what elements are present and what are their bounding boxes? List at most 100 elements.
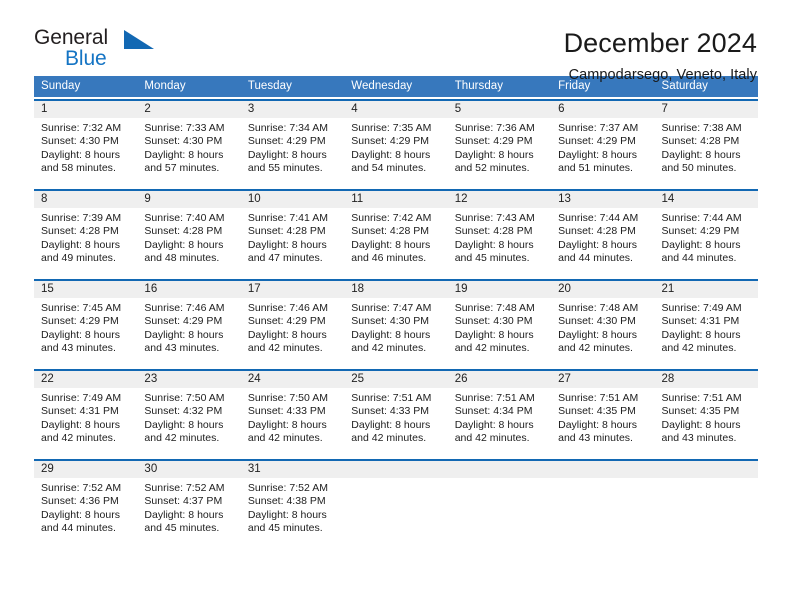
daylight-text-line2: and 42 minutes.	[351, 342, 427, 355]
day-details: Sunrise: 7:32 AM Sunset: 4:30 PM Dayligh…	[34, 118, 137, 176]
daylight-text-line1: Daylight: 8 hours	[351, 328, 431, 341]
day-number: 10	[240, 191, 345, 208]
day-cell[interactable]: 27 Sunrise: 7:51 AM Sunset: 4:35 PM Dayl…	[551, 371, 655, 457]
day-number: 1	[34, 101, 138, 118]
sunrise-text: Sunrise: 7:44 AM	[558, 212, 639, 224]
daylight-text-line1: Daylight: 8 hours	[661, 418, 741, 431]
sunrise-text: Sunrise: 7:33 AM	[144, 122, 225, 134]
daylight-text-line1: Daylight: 8 hours	[144, 418, 224, 431]
day-cell[interactable]: 10 Sunrise: 7:41 AM Sunset: 4:28 PM Dayl…	[240, 191, 345, 277]
day-cell[interactable]: 13 Sunrise: 7:44 AM Sunset: 4:28 PM Dayl…	[551, 191, 655, 277]
sunrise-text: Sunrise: 7:41 AM	[247, 212, 328, 224]
day-cell[interactable]: 24 Sunrise: 7:50 AM Sunset: 4:33 PM Dayl…	[240, 371, 345, 457]
day-cell[interactable]: 4 Sunrise: 7:35 AM Sunset: 4:29 PM Dayli…	[344, 101, 448, 187]
daylight-text-line1: Daylight: 8 hours	[41, 238, 120, 251]
day-cell[interactable]: 23 Sunrise: 7:50 AM Sunset: 4:32 PM Dayl…	[137, 371, 241, 457]
weekday-header-sunday: Sunday	[41, 80, 81, 92]
day-cell[interactable]: 12 Sunrise: 7:43 AM Sunset: 4:28 PM Dayl…	[447, 191, 552, 277]
day-cell[interactable]: 8 Sunrise: 7:39 AM Sunset: 4:28 PM Dayli…	[34, 191, 138, 277]
day-cell[interactable]: 14 Sunrise: 7:44 AM Sunset: 4:29 PM Dayl…	[654, 191, 758, 277]
sunrise-text: Sunrise: 7:32 AM	[41, 122, 122, 134]
daylight-text-line1: Daylight: 8 hours	[454, 328, 534, 341]
day-cell[interactable]: 5 Sunrise: 7:36 AM Sunset: 4:29 PM Dayli…	[447, 101, 552, 187]
weekday-header-wednesday: Wednesday	[351, 80, 413, 92]
day-details: Sunrise: 7:47 AM Sunset: 4:30 PM Dayligh…	[344, 298, 447, 356]
day-details: Sunrise: 7:50 AM Sunset: 4:32 PM Dayligh…	[137, 388, 240, 446]
day-cell[interactable]: 19 Sunrise: 7:48 AM Sunset: 4:30 PM Dayl…	[447, 281, 552, 367]
day-cell[interactable]: 18 Sunrise: 7:47 AM Sunset: 4:30 PM Dayl…	[344, 281, 448, 367]
daylight-text-line2: and 42 minutes.	[247, 432, 323, 445]
weekday-header-tuesday: Tuesday	[247, 80, 292, 92]
sunset-text: Sunset: 4:28 PM	[247, 225, 326, 238]
daylight-text-line1: Daylight: 8 hours	[454, 148, 534, 161]
week-row: 29 Sunrise: 7:52 AM Sunset: 4:36 PM Dayl…	[34, 459, 758, 547]
day-details: Sunrise: 7:44 AM Sunset: 4:29 PM Dayligh…	[655, 208, 758, 266]
day-cell-empty	[344, 461, 448, 547]
day-cell[interactable]: 17 Sunrise: 7:46 AM Sunset: 4:29 PM Dayl…	[240, 281, 345, 367]
sunset-text: Sunset: 4:29 PM	[558, 135, 636, 148]
sunset-text: Sunset: 4:29 PM	[247, 315, 326, 328]
sunset-text: Sunset: 4:33 PM	[247, 405, 326, 418]
sunrise-text: Sunrise: 7:34 AM	[247, 122, 328, 134]
daylight-text-line1: Daylight: 8 hours	[661, 238, 741, 251]
day-details: Sunrise: 7:33 AM Sunset: 4:30 PM Dayligh…	[137, 118, 240, 176]
day-cell[interactable]: 11 Sunrise: 7:42 AM Sunset: 4:28 PM Dayl…	[344, 191, 448, 277]
day-cell[interactable]: 20 Sunrise: 7:48 AM Sunset: 4:30 PM Dayl…	[551, 281, 655, 367]
day-cell[interactable]: 2 Sunrise: 7:33 AM Sunset: 4:30 PM Dayli…	[137, 101, 241, 187]
day-number: 15	[34, 281, 138, 298]
day-details: Sunrise: 7:40 AM Sunset: 4:28 PM Dayligh…	[137, 208, 240, 266]
day-cell[interactable]: 30 Sunrise: 7:52 AM Sunset: 4:37 PM Dayl…	[137, 461, 241, 547]
sunset-text: Sunset: 4:31 PM	[661, 315, 740, 328]
day-cell[interactable]: 7 Sunrise: 7:38 AM Sunset: 4:28 PM Dayli…	[654, 101, 758, 187]
day-number: 6	[551, 101, 655, 118]
day-cell[interactable]: 3 Sunrise: 7:34 AM Sunset: 4:29 PM Dayli…	[240, 101, 345, 187]
day-number: 4	[344, 101, 448, 118]
day-cell[interactable]: 9 Sunrise: 7:40 AM Sunset: 4:28 PM Dayli…	[137, 191, 241, 277]
day-cell[interactable]: 21 Sunrise: 7:49 AM Sunset: 4:31 PM Dayl…	[654, 281, 758, 367]
day-details: Sunrise: 7:49 AM Sunset: 4:31 PM Dayligh…	[655, 298, 758, 356]
daylight-text-line2: and 42 minutes.	[454, 342, 530, 355]
day-cell[interactable]: 29 Sunrise: 7:52 AM Sunset: 4:36 PM Dayl…	[34, 461, 138, 547]
sunrise-text: Sunrise: 7:51 AM	[454, 392, 535, 404]
logo-text-general: General	[34, 26, 109, 49]
daylight-text-line1: Daylight: 8 hours	[558, 238, 638, 251]
day-cell[interactable]: 6 Sunrise: 7:37 AM Sunset: 4:29 PM Dayli…	[551, 101, 655, 187]
daylight-text-line2: and 43 minutes.	[661, 432, 737, 445]
weekday-header-thursday: Thursday	[454, 80, 504, 92]
day-details: Sunrise: 7:36 AM Sunset: 4:29 PM Dayligh…	[448, 118, 551, 176]
day-cell[interactable]: 31 Sunrise: 7:52 AM Sunset: 4:38 PM Dayl…	[240, 461, 345, 547]
day-cell[interactable]: 1 Sunrise: 7:32 AM Sunset: 4:30 PM Dayli…	[34, 101, 138, 187]
daylight-text-line2: and 43 minutes.	[558, 432, 633, 445]
page-title: December 2024	[563, 28, 757, 58]
daylight-text-line1: Daylight: 8 hours	[351, 148, 431, 161]
day-number: 5	[447, 101, 552, 118]
page-header: General Blue December 2024 Campodarsego,…	[0, 0, 792, 83]
daylight-text-line1: Daylight: 8 hours	[558, 328, 638, 341]
daylight-text-line2: and 51 minutes.	[558, 162, 633, 175]
day-number	[654, 461, 758, 478]
day-details: Sunrise: 7:38 AM Sunset: 4:28 PM Dayligh…	[655, 118, 758, 176]
general-blue-logo: General Blue	[34, 27, 154, 75]
daylight-text-line2: and 44 minutes.	[661, 252, 737, 265]
sunrise-text: Sunrise: 7:50 AM	[144, 392, 225, 404]
day-cell[interactable]: 25 Sunrise: 7:51 AM Sunset: 4:33 PM Dayl…	[344, 371, 448, 457]
day-number: 24	[240, 371, 345, 388]
daylight-text-line2: and 48 minutes.	[144, 252, 220, 265]
daylight-text-line1: Daylight: 8 hours	[144, 238, 224, 251]
week-row: 1 Sunrise: 7:32 AM Sunset: 4:30 PM Dayli…	[34, 99, 758, 187]
daylight-text-line1: Daylight: 8 hours	[351, 418, 431, 431]
day-number: 31	[240, 461, 345, 478]
sunset-text: Sunset: 4:28 PM	[454, 225, 533, 238]
day-details: Sunrise: 7:49 AM Sunset: 4:31 PM Dayligh…	[34, 388, 137, 446]
sunset-text: Sunset: 4:30 PM	[454, 315, 533, 328]
day-number: 12	[447, 191, 552, 208]
day-cell[interactable]: 16 Sunrise: 7:46 AM Sunset: 4:29 PM Dayl…	[137, 281, 241, 367]
day-cell[interactable]: 22 Sunrise: 7:49 AM Sunset: 4:31 PM Dayl…	[34, 371, 138, 457]
day-cell[interactable]: 15 Sunrise: 7:45 AM Sunset: 4:29 PM Dayl…	[34, 281, 138, 367]
sunset-text: Sunset: 4:35 PM	[558, 405, 636, 418]
day-details: Sunrise: 7:51 AM Sunset: 4:35 PM Dayligh…	[655, 388, 758, 446]
day-cell[interactable]: 28 Sunrise: 7:51 AM Sunset: 4:35 PM Dayl…	[654, 371, 758, 457]
daylight-text-line1: Daylight: 8 hours	[558, 418, 638, 431]
sunrise-text: Sunrise: 7:52 AM	[144, 482, 225, 494]
day-cell[interactable]: 26 Sunrise: 7:51 AM Sunset: 4:34 PM Dayl…	[447, 371, 552, 457]
